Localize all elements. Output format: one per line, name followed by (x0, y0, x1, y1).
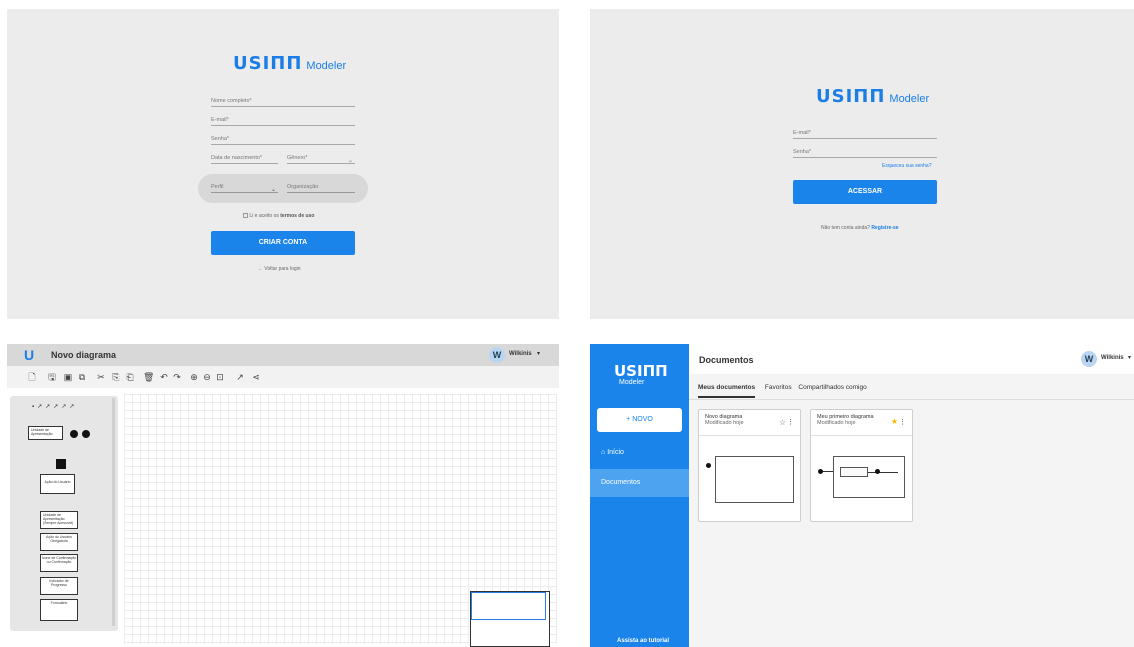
usina-logo: USIΠΠ Modeler (233, 53, 346, 74)
redo-icon[interactable]: ↷ (172, 372, 182, 382)
signup-panel: USIΠΠ Modeler Nome completo* E-mail* Sen… (7, 9, 559, 319)
card-header: Meu primeiro diagrama Modificado hoje ★ … (811, 410, 912, 436)
copy-icon[interactable]: ⎘ (111, 372, 121, 382)
logo-text: Modeler (889, 93, 930, 105)
paste-icon[interactable]: ⎗ (125, 372, 135, 382)
document-card[interactable]: Meu primeiro diagrama Modificado hoje ★ … (810, 409, 913, 522)
email-field[interactable]: E-mail* (793, 127, 937, 139)
star-outline-icon[interactable]: ☆ (779, 418, 786, 427)
minimap-viewport[interactable] (471, 592, 546, 620)
more-vertical-icon[interactable]: ⋮ (899, 418, 906, 426)
thumb-end-node (875, 469, 880, 474)
user-name[interactable]: Wilkinis (1101, 355, 1124, 361)
logo-mark: USIΠΠ (614, 362, 668, 380)
email-field[interactable]: E-mail* (211, 114, 355, 126)
login-panel: USIΠΠ Modeler E-mail* Senha* Esqueceu su… (590, 9, 1134, 319)
editor-panel: U Novo diagrama W Wilkinis ▾ 🗋 🖫 ▣ ⧉ ✂ ⎘… (7, 344, 559, 647)
terms-link[interactable]: termos de uso (280, 213, 314, 219)
tab-my-documents[interactable]: Meus documentos (698, 384, 756, 398)
avatar[interactable]: W (1081, 351, 1097, 367)
register-row: Não tem conta ainda? Registre-se (821, 225, 899, 231)
caret-down-icon[interactable]: ▾ (537, 350, 540, 357)
palette-shape-mandatory-action[interactable]: Ação do Usuário Obrigatória (40, 533, 78, 551)
start-node-shape[interactable] (70, 430, 78, 438)
palette-scrollbar[interactable] (112, 398, 115, 626)
palette-shape-form[interactable]: Formulário (40, 599, 78, 621)
shape-palette: ▪↗↗↗↗↗ Unidade de Apresentação Ação do U… (10, 396, 118, 631)
tutorial-link[interactable]: Assista ao tutorial (617, 638, 669, 644)
birthdate-field[interactable]: Data de nascimento* (211, 152, 278, 164)
terms-row: Li e aceito os termos de uso (243, 213, 314, 219)
thumb-unit (715, 456, 794, 503)
password-field[interactable]: Senha* (793, 146, 937, 158)
end-node-shape[interactable] (82, 430, 90, 438)
palette-shape-presentation-unit[interactable]: Unidade de Apresentação (28, 426, 63, 440)
share-icon[interactable]: ⋖ (251, 372, 261, 382)
delete-icon[interactable]: 🗑 (143, 372, 154, 382)
minimap[interactable] (470, 591, 550, 647)
editor-toolbar: 🗋 🖫 ▣ ⧉ ✂ ⎘ ⎗ 🗑 ↶ ↷ ⊕ ⊖ ⊡ ↗ ⋖ (7, 366, 559, 388)
thumb-edge (823, 471, 833, 472)
export-icon[interactable]: ⧉ (77, 372, 87, 382)
star-filled-icon[interactable]: ★ (891, 417, 898, 426)
thumb-unit (833, 456, 905, 498)
back-to-login-link[interactable]: ← Voltar para login (258, 266, 301, 272)
card-header: Novo diagrama Modificado hoje ☆ ⋮ (699, 410, 800, 436)
sidebar-item-home[interactable]: ⌂ Início (590, 444, 689, 462)
fit-icon[interactable]: ⊡ (215, 372, 225, 382)
zoom-out-icon[interactable]: ⊖ (202, 372, 212, 382)
sidebar-item-documents[interactable]: Documentos (590, 469, 689, 497)
caret-down-icon[interactable]: ▾ (1128, 354, 1131, 361)
save-icon[interactable]: 🖫 (47, 372, 57, 382)
tabs-divider (689, 399, 1134, 400)
save-as-icon[interactable]: ▣ (63, 372, 73, 382)
logo-mark: USIΠΠ (233, 53, 303, 74)
cut-icon[interactable]: ✂ (96, 372, 106, 382)
logo-mark: USIΠΠ (816, 86, 886, 107)
open-external-icon[interactable]: ↗ (235, 372, 245, 382)
more-vertical-icon[interactable]: ⋮ (787, 418, 794, 426)
new-document-button[interactable]: + NOVO (597, 408, 682, 432)
tab-shared[interactable]: Compartilhados comigo (798, 384, 866, 391)
filled-square-shape[interactable] (56, 459, 66, 469)
palette-shape-progress[interactable]: Indicador de Progresso (40, 577, 78, 595)
chevron-down-icon: ⌄ (347, 158, 353, 164)
gender-select[interactable]: Gênero* ⌄ (287, 152, 355, 164)
sidebar: USIΠΠ Modeler + NOVO ⌂ Início Documentos… (590, 344, 689, 647)
thumb-action (840, 467, 868, 477)
diagram-title[interactable]: Novo diagrama (51, 350, 116, 360)
editor-header: U Novo diagrama W Wilkinis ▾ (7, 344, 559, 366)
logo-text: Modeler (306, 60, 347, 72)
connector-tools[interactable]: ▪↗↗↗↗↗ (32, 403, 77, 410)
password-field[interactable]: Senha* (211, 133, 355, 145)
chevron-down-icon: ⌄ (270, 187, 276, 193)
usina-logo: USIΠΠ Modeler (816, 86, 929, 107)
terms-checkbox[interactable] (243, 213, 248, 219)
register-link[interactable]: Registre-se (871, 225, 898, 231)
forgot-password-link[interactable]: Esqueceu sua senha? (882, 163, 931, 169)
tab-favorites[interactable]: Favoritos (765, 384, 792, 391)
undo-icon[interactable]: ↶ (159, 372, 169, 382)
access-button[interactable]: ACESSAR (793, 180, 937, 204)
document-card[interactable]: Novo diagrama Modificado hoje ☆ ⋮ (698, 409, 801, 522)
organization-field[interactable]: Organização (287, 181, 355, 193)
logo-text: Modeler (619, 379, 645, 386)
palette-shape-always-accessible[interactable]: Unidade de Apresentação (Sempre Acessíve… (40, 511, 78, 529)
full-name-field[interactable]: Nome completo* (211, 95, 355, 107)
page-title: Documentos (699, 355, 754, 365)
palette-shape-user-action[interactable]: Ação do Usuário (40, 474, 75, 494)
avatar[interactable]: W (489, 347, 505, 363)
thumb-start-node (706, 463, 711, 468)
palette-shape-confirmation[interactable]: Ícone de Confirmação ou Confirmação (40, 554, 78, 572)
thumb-edge (868, 472, 898, 473)
new-file-icon[interactable]: 🗋 (27, 372, 37, 382)
create-account-button[interactable]: CRIAR CONTA (211, 231, 355, 255)
zoom-in-icon[interactable]: ⊕ (189, 372, 199, 382)
documents-panel: USIΠΠ Modeler + NOVO ⌂ Início Documentos… (590, 344, 1134, 647)
profile-select[interactable]: Perfil ⌄ (211, 181, 278, 193)
user-name[interactable]: Wilkinis (509, 351, 532, 357)
top-bar: Documentos W Wilkinis ▾ (689, 344, 1134, 374)
usina-u-logo[interactable]: U (24, 347, 34, 363)
tabs: Meus documentos Favoritos Compartilhados… (698, 384, 867, 398)
